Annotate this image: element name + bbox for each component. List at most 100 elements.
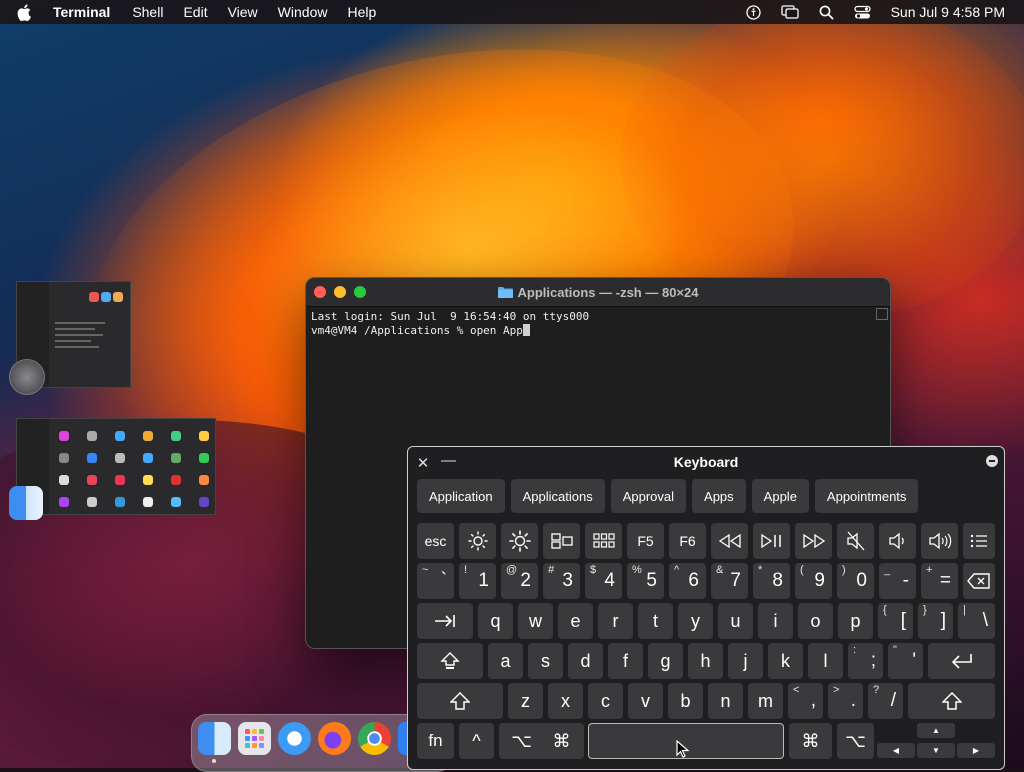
semicolon-key[interactable]: :; <box>848 643 883 679</box>
options-icon[interactable] <box>986 455 998 467</box>
brightness-down-icon[interactable] <box>459 523 496 559</box>
f5-key[interactable]: F5 <box>627 523 664 559</box>
suggestion-button[interactable]: Approval <box>610 479 687 513</box>
key-g[interactable]: g <box>648 643 683 679</box>
volume-down-icon[interactable] <box>879 523 916 559</box>
key-s[interactable]: s <box>528 643 563 679</box>
key-n[interactable]: n <box>708 683 743 719</box>
fast-forward-icon[interactable] <box>795 523 832 559</box>
key-q[interactable]: q <box>478 603 513 639</box>
mission-control-icon[interactable] <box>543 523 580 559</box>
key-u[interactable]: u <box>718 603 753 639</box>
zoom-window-button[interactable] <box>354 286 366 298</box>
key-h[interactable]: h <box>688 643 723 679</box>
minus-key[interactable]: _ - <box>879 563 916 599</box>
up-arrow-key[interactable]: ▲ <box>917 723 955 738</box>
suggestion-button[interactable]: Apple <box>751 479 809 513</box>
key-i[interactable]: i <box>758 603 793 639</box>
suggestion-button[interactable]: Appointments <box>814 479 919 513</box>
chrome-dock-icon[interactable] <box>358 722 391 755</box>
spotlight-search-icon[interactable] <box>819 5 834 20</box>
caps-lock-key[interactable] <box>417 643 483 679</box>
menu-shell[interactable]: Shell <box>132 0 163 24</box>
keyboard-viewer-titlebar[interactable]: ✕ — Keyboard <box>408 447 1004 477</box>
key-o[interactable]: o <box>798 603 833 639</box>
brightness-up-icon[interactable] <box>501 523 538 559</box>
key-v[interactable]: v <box>628 683 663 719</box>
keyboard-viewer-window[interactable]: ✕ — Keyboard Application Applications Ap… <box>407 446 1005 770</box>
esc-key[interactable]: esc <box>417 523 454 559</box>
key-4[interactable]: $4 <box>585 563 622 599</box>
key-k[interactable]: k <box>768 643 803 679</box>
key-e[interactable]: e <box>558 603 593 639</box>
finder-dock-icon[interactable] <box>198 722 231 755</box>
key-a[interactable]: a <box>488 643 523 679</box>
finder-applications-window-thumbnail[interactable] <box>16 418 216 515</box>
key-6[interactable]: ^ 6 <box>669 563 706 599</box>
control-center-icon[interactable] <box>853 5 871 20</box>
quote-key[interactable]: " ' <box>888 643 923 679</box>
key-z[interactable]: z <box>508 683 543 719</box>
apple-menu-icon[interactable] <box>17 3 35 21</box>
suggestion-button[interactable]: Applications <box>510 479 605 513</box>
screen-mirroring-icon[interactable] <box>780 5 799 19</box>
minimize-window-button[interactable] <box>334 286 346 298</box>
close-window-button[interactable] <box>314 286 326 298</box>
slash-key[interactable]: ? / <box>868 683 903 719</box>
return-key[interactable] <box>928 643 995 679</box>
key-9[interactable]: (9 <box>795 563 832 599</box>
mute-icon[interactable] <box>837 523 874 559</box>
key-m[interactable]: m <box>748 683 783 719</box>
key-y[interactable]: y <box>678 603 713 639</box>
equals-key[interactable]: + = <box>921 563 958 599</box>
system-settings-app-icon[interactable] <box>9 359 45 395</box>
f6-key[interactable]: F6 <box>669 523 706 559</box>
right-arrow-key[interactable]: ▶ <box>957 743 995 758</box>
terminal-titlebar[interactable]: Applications — -zsh — 80×24 <box>306 278 890 307</box>
key-d[interactable]: d <box>568 643 603 679</box>
key-7[interactable]: & 7 <box>711 563 748 599</box>
period-key[interactable]: >. <box>828 683 863 719</box>
menu-help[interactable]: Help <box>347 0 376 24</box>
tab-key[interactable] <box>417 603 473 639</box>
key-t[interactable]: t <box>638 603 673 639</box>
left-shift-key[interactable] <box>417 683 503 719</box>
key-8[interactable]: * 8 <box>753 563 790 599</box>
key-0[interactable]: ) 0 <box>837 563 874 599</box>
menu-app-terminal[interactable]: Terminal <box>53 0 110 24</box>
down-arrow-key[interactable]: ▼ <box>917 743 955 758</box>
fn-key[interactable]: fn <box>417 723 454 759</box>
volume-up-icon[interactable] <box>921 523 958 559</box>
key-f[interactable]: f <box>608 643 643 679</box>
backslash-key[interactable]: | \ <box>958 603 995 639</box>
accessibility-status-icon[interactable] <box>745 4 761 20</box>
key-p[interactable]: p <box>838 603 873 639</box>
control-key[interactable]: ^ <box>459 723 494 759</box>
menu-window[interactable]: Window <box>278 0 328 24</box>
comma-key[interactable]: <, <box>788 683 823 719</box>
key-2[interactable]: @2 <box>501 563 538 599</box>
key-1[interactable]: ! 1 <box>459 563 496 599</box>
list-icon[interactable] <box>963 523 995 559</box>
safari-dock-icon[interactable] <box>278 722 311 755</box>
minimize-icon[interactable]: — <box>441 452 456 469</box>
menu-view[interactable]: View <box>228 0 258 24</box>
split-pane-icon[interactable] <box>876 308 888 320</box>
key-l[interactable]: l <box>808 643 843 679</box>
close-icon[interactable]: ✕ <box>416 454 430 472</box>
left-option-key[interactable]: ⌥ <box>499 723 544 759</box>
left-bracket-key[interactable]: {[ <box>878 603 913 639</box>
key-j[interactable]: j <box>728 643 763 679</box>
menu-edit[interactable]: Edit <box>183 0 207 24</box>
launchpad-dock-icon[interactable] <box>238 722 271 755</box>
key-w[interactable]: w <box>518 603 553 639</box>
key-5[interactable]: % 5 <box>627 563 664 599</box>
launchpad-icon[interactable] <box>585 523 622 559</box>
finder-app-icon[interactable] <box>9 486 43 520</box>
firefox-dock-icon[interactable] <box>318 722 351 755</box>
key-x[interactable]: x <box>548 683 583 719</box>
right-shift-key[interactable] <box>908 683 995 719</box>
backtick-key[interactable]: ~ ` <box>417 563 454 599</box>
key-b[interactable]: b <box>668 683 703 719</box>
key-c[interactable]: c <box>588 683 623 719</box>
